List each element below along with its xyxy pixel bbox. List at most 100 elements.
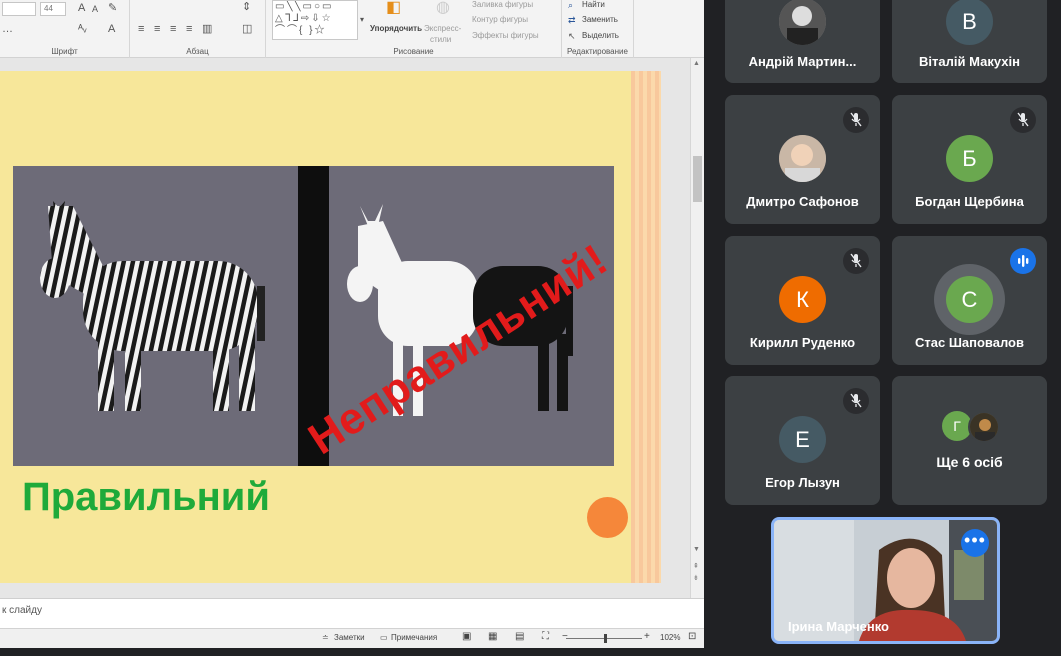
smartart-icon[interactable]: ◫ [242,24,252,35]
shapes-gallery[interactable]: ▭╲╲▭○▭ △ᒣᒧ⇨⇩☆ ⌒⌒{ }☆ [272,0,358,40]
replace-icon: ⇄ [568,15,576,25]
participant-name: Андрій Мартин... [748,54,857,69]
self-view-tile[interactable]: ••• Ірина Марченко [771,517,1000,644]
columns-icon[interactable]: ▥ [202,24,212,35]
ribbon-group-label-editing: Редактирование [567,47,628,56]
ribbon-group-editing: ⌕ Найти ⇄ Заменить ↖ Выделить Редактиров… [562,0,634,58]
avatar [779,135,826,182]
participant-name: Стас Шаповалов [915,335,1024,350]
avatar: Е [779,416,826,463]
avatar: С [946,276,993,323]
participant-tile[interactable]: Андрій Мартин... [725,0,880,83]
shape-fill-button[interactable]: Заливка фигуры [472,0,533,9]
participant-tile[interactable]: В Віталій Макухін [892,0,1047,83]
orange-circle-shape[interactable] [587,497,628,538]
ribbon: 44 A A ✎ A … ᴬᵥ Шрифт ≡ ≡ ≡ ≡ ▥ ⇕ ◫ Абза… [0,0,704,58]
notes-toggle-icon[interactable]: ≐ [322,633,329,642]
align-center-icon[interactable]: ≡ [154,24,160,35]
scroll-down-icon[interactable]: ▼ [693,546,700,553]
avatar [968,411,1000,443]
notes-pane[interactable]: к слайду [0,598,704,628]
arrange-icon[interactable]: ◧ [386,0,401,16]
zoom-level[interactable]: 102% [660,633,680,642]
avatar: К [779,276,826,323]
reading-view-icon[interactable]: ▤ [515,631,524,642]
express-styles-label[interactable]: Экспресс- [424,24,461,33]
mic-muted-icon [843,107,869,133]
express-styles-label-2[interactable]: стили [430,35,451,44]
mic-muted-icon [1010,107,1036,133]
find-icon: ⌕ [568,0,574,10]
slide[interactable]: Неправильний! Правильний [0,71,661,583]
avatar: В [946,0,993,45]
self-name: Ірина Марченко [788,619,889,634]
shape-effects-button[interactable]: Эффекты фигуры [472,31,539,40]
ribbon-group-label-font: Шрифт [51,47,78,56]
participant-tile[interactable]: Б Богдан Щербина [892,95,1047,224]
ribbon-group-paragraph: ≡ ≡ ≡ ≡ ▥ ⇕ ◫ Абзац [130,0,266,58]
participant-tile[interactable]: Е Егор Лызун [725,376,880,505]
participant-name: Дмитро Сафонов [746,194,859,209]
participant-name: Богдан Щербина [915,194,1024,209]
slide-decorative-stripe [631,71,661,583]
avatar [779,0,826,45]
participant-tile[interactable]: Дмитро Сафонов [725,95,880,224]
notes-placeholder[interactable]: к слайду [2,605,42,616]
font-name-box[interactable] [2,2,36,16]
replace-button[interactable]: Заменить [582,15,618,24]
grow-font-icon[interactable]: A [78,3,85,14]
participant-name: Віталій Макухін [919,54,1020,69]
fit-slide-icon[interactable]: ⊡ [688,631,696,642]
shrink-font-icon[interactable]: A [92,4,98,15]
underline-icon[interactable]: … [2,24,13,35]
arrange-button[interactable]: Упорядочить [370,24,422,33]
find-button[interactable]: Найти [582,0,605,9]
more-options-icon[interactable]: ••• [961,529,989,557]
next-slide-icon[interactable]: ⇟ [693,574,699,582]
powerpoint-window: 44 A A ✎ A … ᴬᵥ Шрифт ≡ ≡ ≡ ≡ ▥ ⇕ ◫ Абза… [0,0,704,648]
slide-canvas[interactable]: Неправильний! Правильний [0,58,690,598]
align-right-icon[interactable]: ≡ [170,24,176,35]
meet-participants-panel: Андрій Мартин... В Віталій Макухін Дмитр… [704,0,1061,656]
vertical-scrollbar[interactable]: ▲ ▼ ⇞ ⇟ [690,58,704,598]
real-zebra [40,201,265,411]
participant-name: Егор Лызун [765,475,840,490]
shape-outline-button[interactable]: Контур фигуры [472,15,528,24]
comments-icon[interactable]: ▭ [380,633,388,642]
select-button[interactable]: Выделить [582,31,619,40]
scroll-thumb[interactable] [693,156,702,202]
slide-sorter-icon[interactable]: ▦ [488,631,497,642]
prev-slide-icon[interactable]: ⇞ [693,562,699,570]
more-participants-tile[interactable]: Г Ще 6 осіб [892,376,1047,505]
zoom-in-button[interactable]: + [644,631,650,642]
justify-icon[interactable]: ≡ [186,24,192,35]
change-case-icon[interactable]: A [108,24,115,35]
shapes-more-icon[interactable]: ▾ [360,14,364,25]
screen: 44 A A ✎ A … ᴬᵥ Шрифт ≡ ≡ ≡ ≡ ▥ ⇕ ◫ Абза… [0,0,1061,656]
notes-toggle-button[interactable]: Заметки [334,633,365,642]
ribbon-group-drawing: ▭╲╲▭○▭ △ᒣᒧ⇨⇩☆ ⌒⌒{ }☆ ▾ ◧ Упорядочить ◍ Э… [266,0,562,58]
slideshow-icon[interactable]: ⛶ [542,631,549,642]
align-text-icon[interactable]: ⇕ [242,2,251,13]
normal-view-icon[interactable]: ▣ [462,631,471,642]
select-icon: ↖ [568,31,576,41]
speaking-indicator-icon [1010,248,1036,274]
comments-button[interactable]: Примечания [391,633,437,642]
more-participants-label: Ще 6 осіб [936,454,1003,470]
char-spacing-icon[interactable]: ᴬᵥ [78,24,87,35]
align-left-icon[interactable]: ≡ [138,24,144,35]
ribbon-group-label-paragraph: Абзац [186,47,209,56]
express-styles-icon[interactable]: ◍ [436,0,450,16]
avatar: Б [946,135,993,182]
mic-muted-icon [843,388,869,414]
right-label[interactable]: Правильний [22,475,270,520]
zoom-out-button[interactable]: − [562,631,568,642]
zoom-slider-knob[interactable] [604,634,607,643]
scroll-up-icon[interactable]: ▲ [693,60,700,67]
ribbon-group-font: 44 A A ✎ A … ᴬᵥ Шрифт [0,0,130,58]
clear-format-icon[interactable]: ✎ [108,3,117,14]
font-size-box[interactable]: 44 [40,2,66,16]
participant-tile[interactable]: К Кирилл Руденко [725,236,880,365]
participant-name: Кирилл Руденко [749,335,856,350]
participant-tile-speaking[interactable]: С Стас Шаповалов [892,236,1047,365]
